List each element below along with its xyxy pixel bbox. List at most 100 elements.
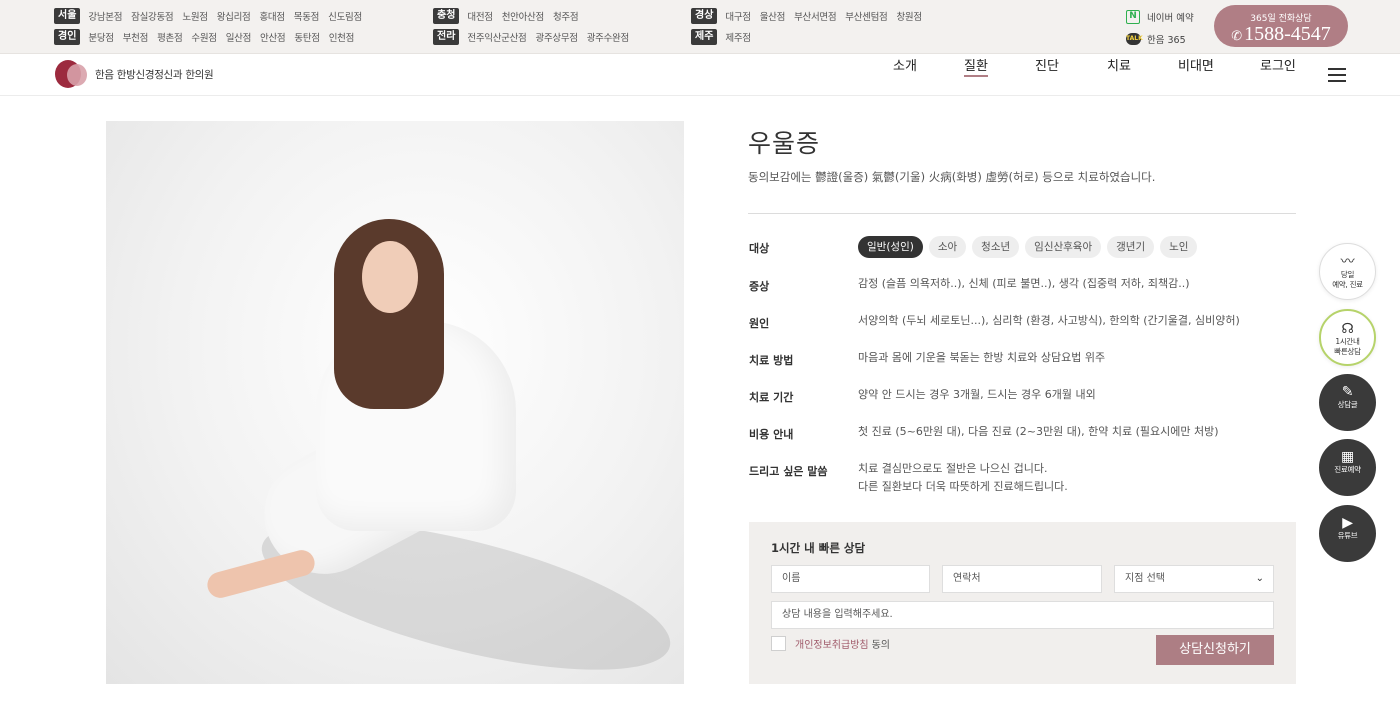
target-pill[interactable]: 일반(성인) (858, 236, 923, 258)
hamburger-menu-icon[interactable] (1328, 68, 1346, 82)
quick-menu-button[interactable]: ▦ 진료예약 (1319, 439, 1376, 496)
branch-link[interactable]: 잠실강동점 (131, 9, 174, 23)
branch-link[interactable]: 광주상무점 (536, 30, 579, 44)
branch-link[interactable]: 일산점 (226, 30, 252, 44)
branch-link[interactable]: 신도림점 (328, 9, 362, 23)
hero-photo (106, 121, 684, 684)
quick-menu-button[interactable]: ☊ 1시간내 빠른상담 (1319, 309, 1376, 366)
region-row: 제주 제주점 (691, 29, 760, 45)
info-row-line: 양약 안 드시는 경우 3개월, 드시는 경우 6개월 내외 (858, 388, 1096, 401)
info-row-label: 드리고 싶은 말씀 (749, 465, 828, 478)
quick-menu-button[interactable]: ✎ 상담글 (1319, 374, 1376, 431)
branch-bar: 서울 강남본점 잠실강동점 노원점 왕십리점 홍대점 목동점 신도림점 경인 분당점 부천점 평촌점 수… (0, 0, 1400, 54)
branch-link[interactable]: 천안아산점 (502, 9, 545, 23)
talk-icon: TALK (1126, 33, 1143, 45)
side-links: N 네이버 예약 TALK 한음 365 (1126, 9, 1194, 53)
branch-link[interactable]: 부천점 (123, 30, 149, 44)
naver-booking-label: 네이버 예약 (1147, 13, 1194, 24)
call-button[interactable]: 365일 전화상담 ✆ 1588-4547 (1214, 5, 1348, 47)
branch-link[interactable]: 수원점 (191, 30, 217, 44)
nav-menu-item[interactable]: 비대면 (1178, 55, 1214, 74)
branch-link[interactable]: 왕십리점 (217, 9, 251, 23)
branch-link[interactable]: 부산센텀점 (845, 9, 888, 23)
quick-menu-button[interactable]: ▶ 유튜브 (1319, 505, 1376, 562)
info-row-value: 마음과 몸에 기운을 북돋는 한방 치료와 상담요법 위주 (858, 349, 1105, 367)
info-row-line: 감정 (슬픔 의욕저하..), 신체 (피로 불면..), 생각 (집중력 저하… (858, 277, 1190, 290)
pulse-icon: 〰 (1340, 254, 1355, 270)
branch-link[interactable]: 대구점 (725, 9, 751, 23)
nav-menu-item[interactable]: 진단 (1035, 55, 1059, 74)
privacy-checkbox[interactable] (771, 636, 786, 651)
nav-menu-item[interactable]: 로그인 (1260, 55, 1296, 74)
branch-link[interactable]: 청주점 (553, 9, 579, 23)
privacy-policy-link[interactable]: 개인정보취급방침 (795, 636, 869, 651)
region-row: 경인 분당점 부천점 평촌점 수원점 일산점 안산점 동탄점 인천점 (54, 29, 363, 45)
branch-link[interactable]: 인천점 (329, 30, 355, 44)
quick-menu-label: 당일 (1340, 270, 1355, 279)
branch-link[interactable]: 안산점 (260, 30, 286, 44)
calendar-icon: ▦ (1341, 449, 1354, 465)
branch-select[interactable]: 지점 선택 ⌄ (1114, 565, 1274, 593)
branch-link[interactable]: 울산점 (760, 9, 786, 23)
branch-link[interactable]: 동탄점 (294, 30, 320, 44)
branch-link[interactable]: 제주점 (725, 30, 751, 44)
region-row: 서울 강남본점 잠실강동점 노원점 왕십리점 홍대점 목동점 신도림점 (54, 8, 371, 24)
nav-menu-item[interactable]: 치료 (1107, 55, 1131, 74)
pen-icon: ✎ (1341, 384, 1354, 400)
info-row-line: 다른 질환보다 더욱 따뜻하게 진료해드립니다. (858, 480, 1068, 493)
branch-link[interactable]: 노원점 (182, 9, 208, 23)
naver-icon: N (1126, 10, 1140, 24)
logo-mark-icon (55, 60, 89, 88)
submit-consult-button[interactable]: 상담신청하기 (1156, 635, 1274, 665)
region-tag: 전라 (433, 29, 460, 45)
region-row: 충청 대전점 천안아산점 청주점 (433, 8, 587, 24)
info-row-line: 마음과 몸에 기운을 북돋는 한방 치료와 상담요법 위주 (858, 351, 1106, 364)
info-row-line: 치료 결심만으로도 절반은 나으신 겁니다. (858, 462, 1048, 475)
naver-booking-link[interactable]: N 네이버 예약 (1126, 9, 1194, 25)
quick-consult-form: 1시간 내 빠른 상담 이름 연락처 지점 선택 ⌄ 상담 내용을 입력해주세요… (749, 522, 1296, 684)
name-input[interactable]: 이름 (771, 565, 930, 593)
info-row-label: 원인 (749, 317, 770, 330)
branch-link[interactable]: 부산서면점 (794, 9, 837, 23)
call-number: 1588-4547 (1244, 23, 1331, 45)
logo[interactable]: 한음 한방신경정신과 한의원 (55, 60, 214, 88)
form-title: 1시간 내 빠른 상담 (771, 541, 866, 555)
info-row-label: 비용 안내 (749, 428, 794, 441)
quick-menu-label: 빠른상담 (1334, 347, 1361, 356)
branch-link[interactable]: 평촌점 (157, 30, 183, 44)
nav-menu-item[interactable]: 질환 (964, 55, 988, 77)
branch-link[interactable]: 홍대점 (259, 9, 285, 23)
region-tag: 경상 (691, 8, 718, 24)
branch-link[interactable]: 전주익산군산점 (467, 30, 526, 44)
target-label: 대상 (749, 242, 770, 255)
target-pill[interactable]: 노인 (1160, 236, 1198, 258)
target-pill[interactable]: 갱년기 (1107, 236, 1155, 258)
quick-menu-label: 1시간내 (1335, 337, 1360, 346)
chevron-down-icon: ⌄ (1255, 573, 1264, 584)
nav-menu-item[interactable]: 소개 (893, 55, 917, 74)
branch-link[interactable]: 목동점 (294, 9, 320, 23)
target-pill[interactable]: 소아 (928, 236, 967, 258)
kakao-talk-label: 한음 365 (1147, 35, 1186, 46)
branch-link[interactable]: 강남본점 (88, 9, 122, 23)
branch-link[interactable]: 대전점 (467, 9, 493, 23)
message-input[interactable]: 상담 내용을 입력해주세요. (771, 601, 1274, 629)
logo-text: 한음 한방신경정신과 한의원 (95, 68, 214, 81)
branch-link[interactable]: 분당점 (88, 30, 114, 44)
quick-menu-label: 상담글 (1337, 400, 1358, 409)
phone-input[interactable]: 연락처 (942, 565, 1102, 593)
main-nav: 한음 한방신경정신과 한의원 소개 질환 진단 치료 비대면 로그인 (0, 55, 1400, 96)
branch-link[interactable]: 창원점 (896, 9, 922, 23)
info-row-value: 감정 (슬픔 의욕저하..), 신체 (피로 불면..), 생각 (집중력 저하… (858, 275, 1190, 293)
quick-menu-button[interactable]: 〰 당일 예약, 진료 (1319, 243, 1376, 300)
region-row: 전라 전주익산군산점 광주상무점 광주수완점 (433, 29, 638, 45)
target-pill[interactable]: 임신산후육아 (1025, 236, 1102, 258)
region-row: 경상 대구점 울산점 부산서면점 부산센텀점 창원점 (691, 8, 931, 24)
kakao-talk-link[interactable]: TALK 한음 365 (1126, 31, 1194, 47)
target-pill[interactable]: 청소년 (972, 236, 1020, 258)
branch-link[interactable]: 광주수완점 (587, 30, 630, 44)
target-filter: 일반(성인) 소아 청소년 임신산후육아 갱년기 노인 (858, 236, 1203, 258)
page-title: 우울증 (748, 129, 821, 158)
info-row-line: 서양의학 (두뇌 세로토닌...), 심리학 (환경, 사고방식), 한의학 (… (858, 314, 1240, 327)
youtube-icon: ▶ (1342, 515, 1353, 531)
